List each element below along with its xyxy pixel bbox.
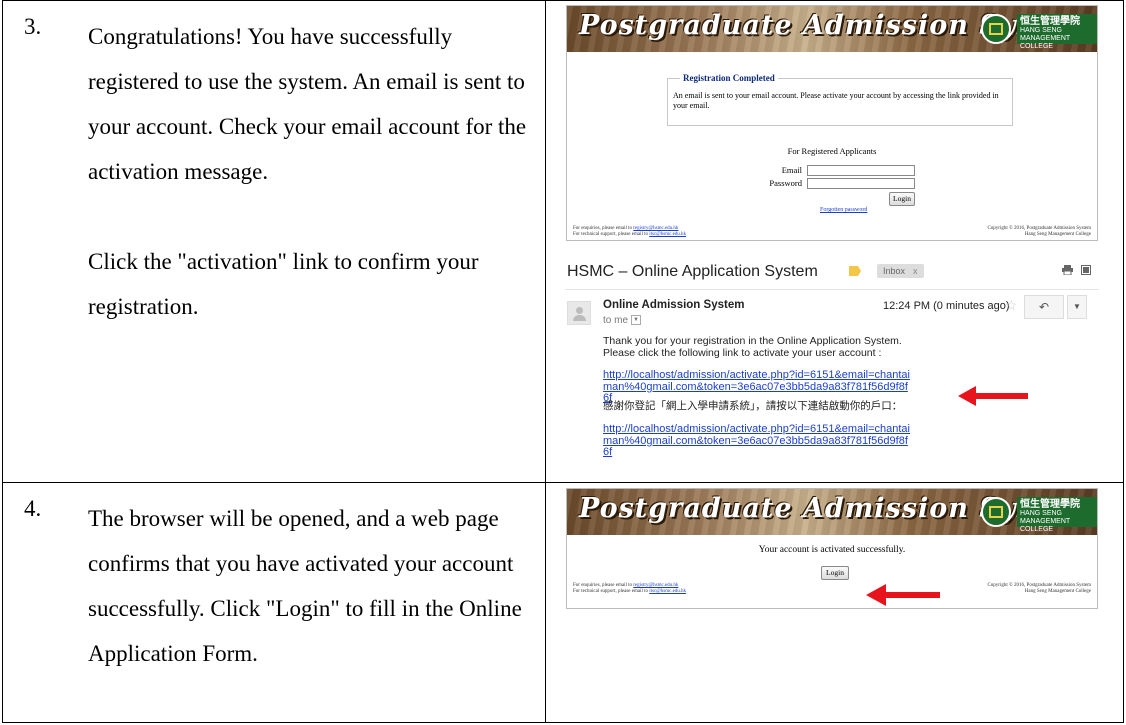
support-email-link[interactable]: itsc@hsmc.edu.hk: [649, 232, 686, 237]
step-3-text-cell: 3. Congratulations! You have successfull…: [3, 1, 546, 482]
inbox-tag[interactable]: Inbox x: [877, 264, 924, 278]
college-logo-text: 恒生管理學院 HANG SENG MANAGEMENT COLLEGE: [1017, 497, 1097, 533]
email-recipient: to me ▼: [603, 315, 642, 326]
registration-completed-box: Registration Completed An email is sent …: [667, 73, 1013, 126]
step-paragraph: The browser will be opened, and a web pa…: [88, 506, 522, 666]
account-activated-screenshot: Postgraduate Admission System 恒生管理學院 HAN…: [566, 488, 1098, 609]
step-paragraph: Congratulations! You have successfully r…: [88, 24, 527, 184]
forgotten-password-link[interactable]: Forgotten password: [820, 207, 867, 213]
red-arrow-icon: [958, 386, 1028, 406]
email-input[interactable]: [807, 165, 915, 176]
admission-banner: Postgraduate Admission System 恒生管理學院 HAN…: [567, 6, 1097, 52]
step-3-screenshot-cell: Postgraduate Admission System 恒生管理學院 HAN…: [546, 1, 1123, 482]
college-logo-icon: [981, 14, 1011, 44]
registration-completed-message: An email is sent to your email account. …: [673, 91, 999, 110]
footer-copyright: Copyright © 2016, Postgraduate Admission…: [987, 226, 1091, 237]
password-label: Password: [769, 178, 802, 188]
email-subject: HSMC – Online Application System: [567, 263, 818, 280]
email-body-chinese: 感謝你登記「網上入學申請系統」，請按以下連結啟動你的戶口：: [603, 400, 903, 412]
admission-banner: Postgraduate Admission System 恒生管理學院 HAN…: [567, 489, 1097, 535]
email-time: 12:24 PM (0 minutes ago): [883, 300, 1010, 312]
footer-contact: For enquiries, please email to registry@…: [573, 226, 687, 237]
email-label: Email: [781, 165, 802, 175]
avatar-icon: [567, 301, 591, 325]
activation-email-screenshot: HSMC – Online Application System Inbox x …: [565, 249, 1099, 481]
step-paragraph: Click the "activation" link to confirm y…: [88, 249, 479, 319]
chevron-down-icon[interactable]: ▼: [631, 315, 642, 326]
new-window-icon[interactable]: [1081, 265, 1091, 275]
registration-completed-screenshot: Postgraduate Admission System 恒生管理學院 HAN…: [566, 5, 1098, 241]
login-button[interactable]: Login: [821, 566, 849, 580]
password-input[interactable]: [807, 178, 915, 189]
college-logo-icon: [981, 497, 1011, 527]
email-body-line: Please click the following link to activ…: [603, 347, 882, 359]
step-number: 4.: [24, 496, 42, 521]
enquiries-email-link[interactable]: registry@hsmc.edu.hk: [633, 583, 678, 588]
activation-success-message: Your account is activated successfully.: [758, 545, 906, 555]
step-3-instructions: Congratulations! You have successfully r…: [88, 14, 528, 329]
reply-icon[interactable]: ↶: [1024, 295, 1064, 319]
enquiries-email-link[interactable]: registry@hsmc.edu.hk: [633, 226, 678, 231]
red-arrow-icon: [866, 584, 940, 606]
step-number: 3.: [24, 14, 42, 39]
label-icon[interactable]: [849, 266, 861, 276]
registration-completed-title: Registration Completed: [680, 73, 778, 83]
college-logo-text: 恒生管理學院 HANG SENG MANAGEMENT COLLEGE: [1017, 14, 1097, 50]
print-icon[interactable]: [1061, 265, 1073, 276]
step-4-instructions: The browser will be opened, and a web pa…: [88, 496, 528, 676]
footer-contact: For enquiries, please email to registry@…: [573, 583, 687, 594]
step-row-3: 3. Congratulations! You have successfull…: [3, 1, 1123, 483]
star-icon[interactable]: ☆: [1005, 297, 1018, 314]
more-dropdown-icon[interactable]: ▼: [1067, 295, 1087, 319]
step-4-screenshot-cell: Postgraduate Admission System 恒生管理學院 HAN…: [546, 483, 1123, 723]
step-4-text-cell: 4. The browser will be opened, and a web…: [3, 483, 546, 723]
activation-link-2[interactable]: http://localhost/admission/activate.php?…: [603, 423, 913, 459]
step-row-4: 4. The browser will be opened, and a web…: [3, 483, 1123, 723]
login-button[interactable]: Login: [889, 192, 915, 206]
email-top-actions: [1061, 264, 1091, 278]
email-sender: Online Admission System: [603, 299, 745, 311]
support-email-link[interactable]: itsc@hsmc.edu.hk: [649, 589, 686, 594]
footer-copyright: Copyright © 2016, Postgraduate Admission…: [987, 583, 1091, 594]
close-icon[interactable]: x: [913, 266, 918, 276]
email-body-line: Thank you for your registration in the O…: [603, 335, 902, 347]
instruction-table: 3. Congratulations! You have successfull…: [2, 0, 1124, 723]
registered-applicants-heading: For Registered Applicants: [787, 146, 877, 156]
